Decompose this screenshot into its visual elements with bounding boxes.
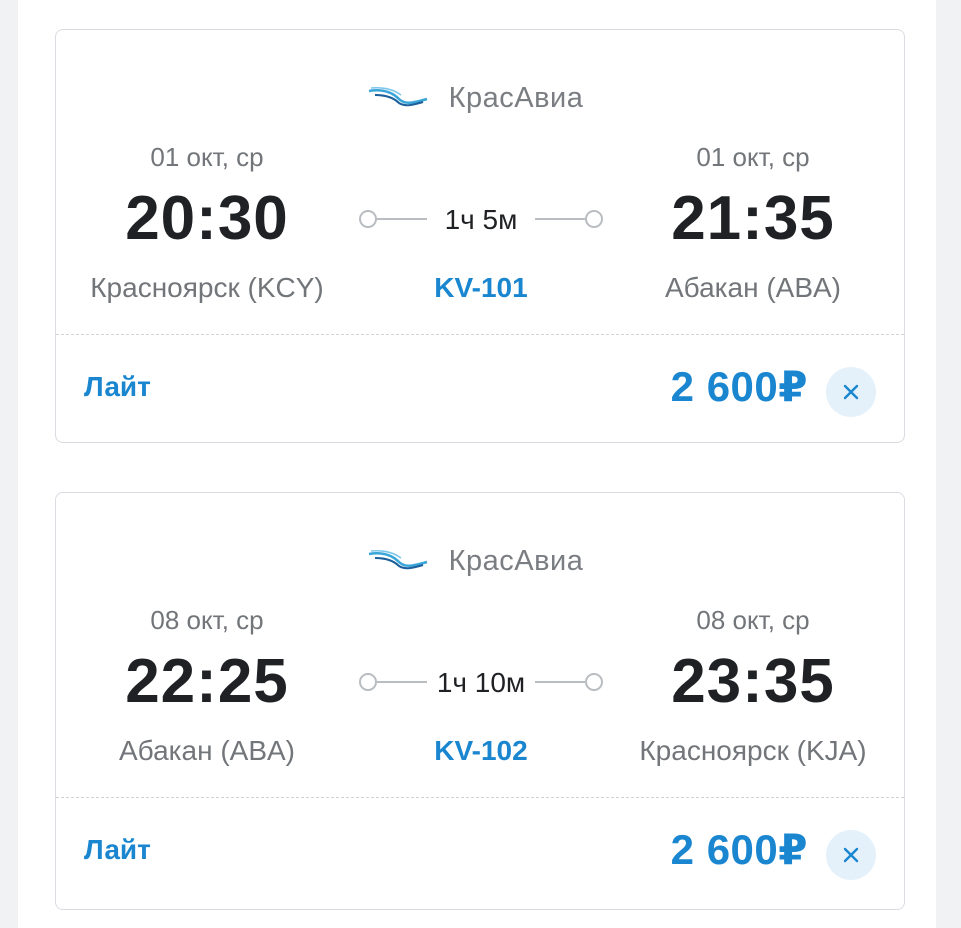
arrival-date: 01 окт, ср	[696, 142, 810, 172]
airline-header: КрасАвиа	[56, 78, 904, 118]
remove-flight-button[interactable]	[826, 830, 876, 880]
arrival-time: 21:35	[671, 184, 835, 253]
flight-duration: 1ч 10м	[436, 667, 526, 698]
arrival-airport: Красноярск (KJA)	[639, 735, 867, 766]
flight-price: 2 600₽	[670, 363, 808, 410]
airline-name: КрасАвиа	[448, 544, 584, 577]
flight-card[interactable]: КрасАвиа 01 окт, ср 20:30 Красноярск (KC…	[55, 29, 905, 443]
departure-date: 08 окт, ср	[150, 605, 264, 635]
close-icon	[843, 847, 859, 863]
flight-duration: 1ч 5м	[444, 204, 518, 235]
departure-airport: Абакан (ABA)	[119, 735, 295, 766]
dashed-divider	[56, 334, 904, 335]
airline-header: КрасАвиа	[56, 541, 904, 581]
flight-number-link[interactable]: KV-101	[356, 272, 606, 304]
departure-time: 20:30	[125, 184, 289, 253]
krasavia-logo-icon	[368, 87, 427, 107]
close-icon	[843, 384, 859, 400]
remove-flight-button[interactable]	[826, 367, 876, 417]
krasavia-logo-icon	[368, 550, 427, 570]
flight-number-link[interactable]: KV-102	[356, 735, 606, 767]
dashed-divider	[56, 797, 904, 798]
arrival-airport: Абакан (ABA)	[665, 272, 841, 303]
flight-price: 2 600₽	[670, 826, 808, 873]
arrival-time: 23:35	[671, 647, 835, 716]
airline-name: КрасАвиа	[448, 81, 584, 114]
departure-airport: Красноярск (KCY)	[90, 272, 324, 303]
fare-name-link[interactable]: Лайт	[84, 834, 151, 866]
flight-card[interactable]: КрасАвиа 08 окт, ср 22:25 Абакан (ABA) 1…	[55, 492, 905, 910]
arrival-date: 08 окт, ср	[696, 605, 810, 635]
departure-date: 01 окт, ср	[150, 142, 264, 172]
departure-time: 22:25	[125, 647, 289, 716]
fare-name-link[interactable]: Лайт	[84, 371, 151, 403]
